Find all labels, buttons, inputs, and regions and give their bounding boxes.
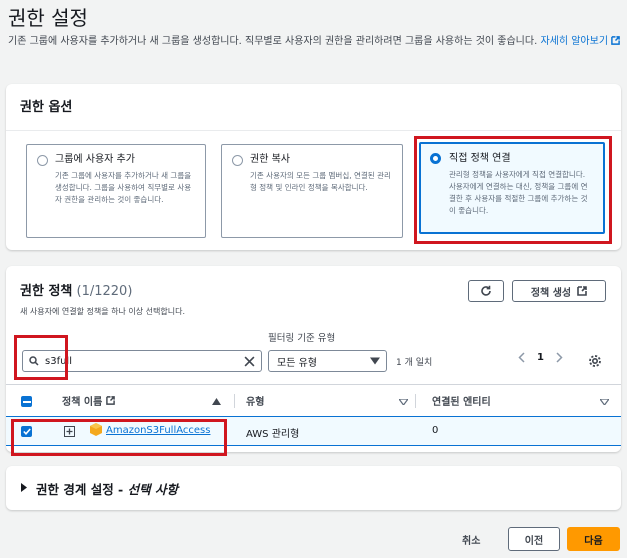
refresh-icon: [480, 285, 492, 297]
page-description: 기존 그룹에 사용자를 추가하거나 새 그룹을 생성합니다. 직무별로 사용자의…: [8, 33, 623, 50]
policy-type: AWS 관리형: [246, 429, 300, 440]
external-link-icon: [106, 396, 116, 405]
cancel-link[interactable]: 취소: [462, 532, 480, 547]
pagination: 1: [518, 352, 563, 363]
permission-boundary-card[interactable]: 권한 경계 설정 - 선택 사항: [6, 466, 621, 510]
aws-managed-policy-icon: [90, 423, 102, 436]
radio-add-to-group[interactable]: [37, 155, 48, 166]
learn-more-link[interactable]: 자세히 알아보기: [540, 36, 621, 47]
previous-button[interactable]: 이전: [508, 527, 560, 551]
column-header-entities[interactable]: 연결된 엔티티: [432, 393, 491, 408]
external-link-icon: [577, 286, 587, 296]
sort-icon[interactable]: [399, 399, 408, 405]
current-page[interactable]: 1: [537, 352, 544, 363]
external-link-icon: [611, 36, 621, 45]
column-header-type[interactable]: 유형: [246, 393, 264, 408]
clear-search-icon[interactable]: [244, 356, 255, 367]
filter-type-label: 필터링 기준 유형: [268, 333, 336, 344]
policy-search-input[interactable]: s3full: [22, 350, 262, 372]
policies-subtitle: 새 사용자에 연결할 정책을 하나 이상 선택합니다.: [20, 307, 185, 316]
next-page-icon[interactable]: [556, 352, 563, 363]
attached-entities-count: 0: [432, 425, 439, 436]
permission-options-card: 권한 옵션 그룹에 사용자 추가 기존 그룹에 사용자를 추가하거나 새 그룹을…: [6, 84, 621, 250]
settings-gear-icon[interactable]: [588, 354, 602, 368]
filter-type-select[interactable]: 모든 유형: [268, 350, 387, 372]
radio-attach-policies[interactable]: [430, 153, 441, 164]
previous-page-icon[interactable]: [518, 352, 525, 363]
row-checkbox[interactable]: [21, 426, 32, 437]
option-add-to-group[interactable]: 그룹에 사용자 추가 기존 그룹에 사용자를 추가하거나 새 그룹을 생성합니다…: [26, 144, 206, 238]
expand-caret-icon[interactable]: [21, 483, 27, 492]
permission-options-heading: 권한 옵션: [20, 100, 73, 115]
option-copy-permissions[interactable]: 권한 복사 기존 사용자의 모든 그룹 멤버십, 연결된 관리형 정책 및 인라…: [221, 144, 403, 238]
table-row[interactable]: AmazonS3FullAccess AWS 관리형 0: [6, 416, 621, 446]
permission-boundary-heading: 권한 경계 설정 - 선택 사항: [36, 482, 178, 497]
radio-copy-permissions[interactable]: [232, 155, 243, 166]
option-attach-policies[interactable]: 직접 정책 연결 관리형 정책을 사용자에게 직접 연결합니다. 사용자에게 연…: [419, 142, 605, 234]
match-count: 1 개 일치: [396, 358, 433, 368]
create-policy-button[interactable]: 정책 생성: [512, 280, 606, 302]
policy-name-link[interactable]: AmazonS3FullAccess: [106, 425, 210, 436]
page-title: 권한 설정: [8, 6, 88, 30]
permission-policies-card: 권한 정책 (1/1220) 새 사용자에 연결할 정책을 하나 이상 선택합니…: [6, 266, 621, 452]
column-header-policy-name[interactable]: 정책 이름: [62, 393, 116, 408]
next-button[interactable]: 다음: [567, 527, 620, 551]
sort-ascending-icon[interactable]: [212, 398, 221, 405]
search-icon: [29, 356, 39, 366]
refresh-button[interactable]: [468, 280, 504, 302]
caret-down-icon: [370, 357, 380, 366]
select-all-checkbox[interactable]: [21, 396, 32, 407]
expand-row-icon[interactable]: [64, 426, 75, 437]
sort-icon[interactable]: [600, 399, 609, 405]
policies-heading: 권한 정책 (1/1220): [20, 284, 133, 299]
